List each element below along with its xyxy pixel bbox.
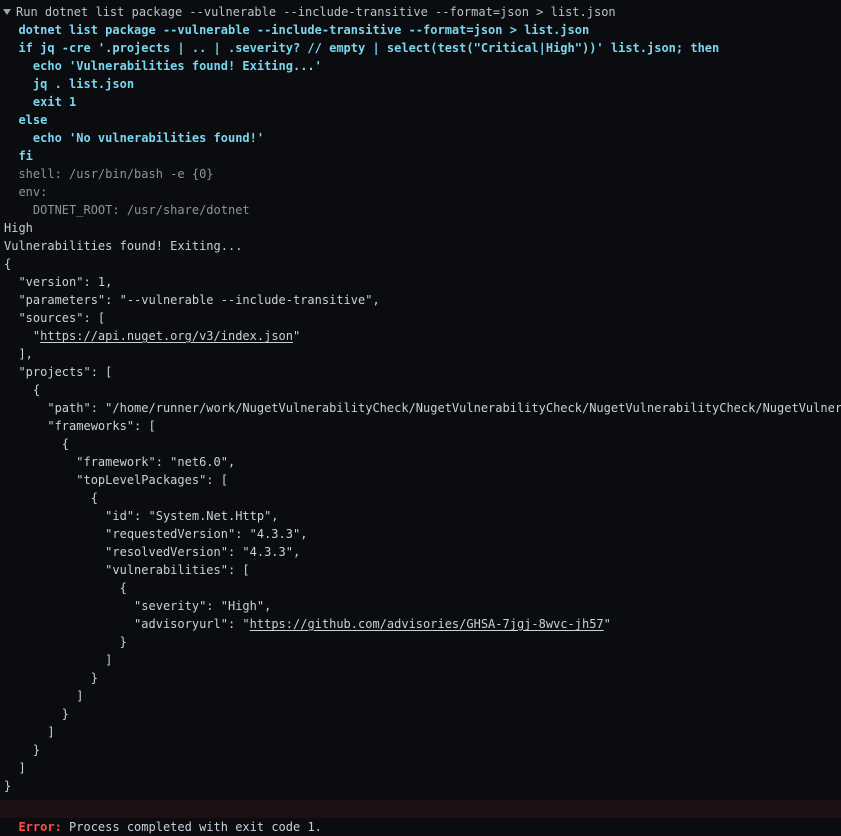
json-line-prefix: " <box>4 329 41 343</box>
json-line-prefix: "advisoryurl": " <box>4 617 250 631</box>
json-output-line: "parameters": "--vulnerable --include-tr… <box>4 293 380 307</box>
output-line: High <box>4 221 33 235</box>
command-lines-block: dotnet list package --vulnerable --inclu… <box>0 21 841 165</box>
json-output-block: { "version": 1, "parameters": "--vulnera… <box>0 255 841 795</box>
json-output-line: ] <box>4 725 55 739</box>
json-output-line: } <box>4 743 41 757</box>
json-output-line: } <box>4 671 98 685</box>
json-output-line: "resolvedVersion": "4.3.3", <box>4 545 301 559</box>
json-output-line: "sources": [ <box>4 311 106 325</box>
env-line: env: <box>4 185 48 199</box>
json-output-line: "vulnerabilities": [ <box>4 563 250 577</box>
log-group-header[interactable]: Run dotnet list package --vulnerable --i… <box>0 3 841 21</box>
meta-lines-block: shell: /usr/bin/bash -e {0} env: DOTNET_… <box>0 165 841 219</box>
json-output-line: "path": "/home/runner/work/NugetVulnerab… <box>47 401 841 415</box>
command-line: jq . list.json <box>4 77 135 91</box>
json-output-line: "https://api.nuget.org/v3/index.json" <box>0 327 841 345</box>
command-line: exit 1 <box>4 95 77 109</box>
env-var-line: DOTNET_ROOT: /usr/share/dotnet <box>4 203 250 217</box>
json-output-line: ], <box>4 347 33 361</box>
json-output-line: "id": "System.Net.Http", <box>4 509 279 523</box>
json-output-line: { <box>4 383 41 397</box>
json-output-line: "requestedVersion": "4.3.3", <box>4 527 308 541</box>
error-message: Process completed with exit code 1. <box>61 820 322 834</box>
json-output-line: "projects": [ <box>4 365 113 379</box>
command-line: fi <box>4 149 33 163</box>
triangle-down-icon[interactable] <box>3 9 11 15</box>
shell-line: shell: /usr/bin/bash -e {0} <box>4 167 214 181</box>
json-output-line: "advisoryurl": "https://github.com/advis… <box>0 615 841 633</box>
json-output-line: { <box>4 257 12 271</box>
command-line: else <box>4 113 48 127</box>
stdout-block: High Vulnerabilities found! Exiting... <box>0 219 841 255</box>
json-output-line: ] <box>4 761 26 775</box>
json-output-line: "severity": "High", <box>4 599 272 613</box>
json-output-line: { <box>4 437 70 451</box>
json-output-line: } <box>4 779 12 793</box>
command-line: echo 'No vulnerabilities found!' <box>4 131 265 145</box>
workflow-log-panel: Run dotnet list package --vulnerable --i… <box>0 0 841 795</box>
json-output-line: } <box>4 707 70 721</box>
error-label: Error: <box>18 820 62 834</box>
json-output-line: "framework": "net6.0", <box>4 455 236 469</box>
json-output-line: "version": 1, <box>4 275 113 289</box>
url-link[interactable]: https://github.com/advisories/GHSA-7jgj-… <box>250 617 604 631</box>
json-output-line: "topLevelPackages": [ <box>4 473 228 487</box>
json-output-line: { <box>4 581 127 595</box>
command-line: dotnet list package --vulnerable --inclu… <box>4 23 590 37</box>
json-output-line: ] <box>4 689 84 703</box>
url-link[interactable]: https://api.nuget.org/v3/index.json <box>40 329 293 343</box>
output-line: Vulnerabilities found! Exiting... <box>4 239 243 253</box>
json-output-line: ] <box>4 653 113 667</box>
json-line-suffix: " <box>293 329 301 343</box>
command-line: if jq -cre '.projects | .. | .severity? … <box>4 41 720 55</box>
error-status-bar: Error: Process completed with exit code … <box>0 800 841 834</box>
log-group-title: Run dotnet list package --vulnerable --i… <box>16 5 616 19</box>
json-output-line: "frameworks": [ <box>4 419 156 433</box>
json-output-line: { <box>4 491 98 505</box>
command-line: echo 'Vulnerabilities found! Exiting...' <box>4 59 322 73</box>
json-line-suffix: " <box>603 617 611 631</box>
json-output-line: } <box>4 635 127 649</box>
